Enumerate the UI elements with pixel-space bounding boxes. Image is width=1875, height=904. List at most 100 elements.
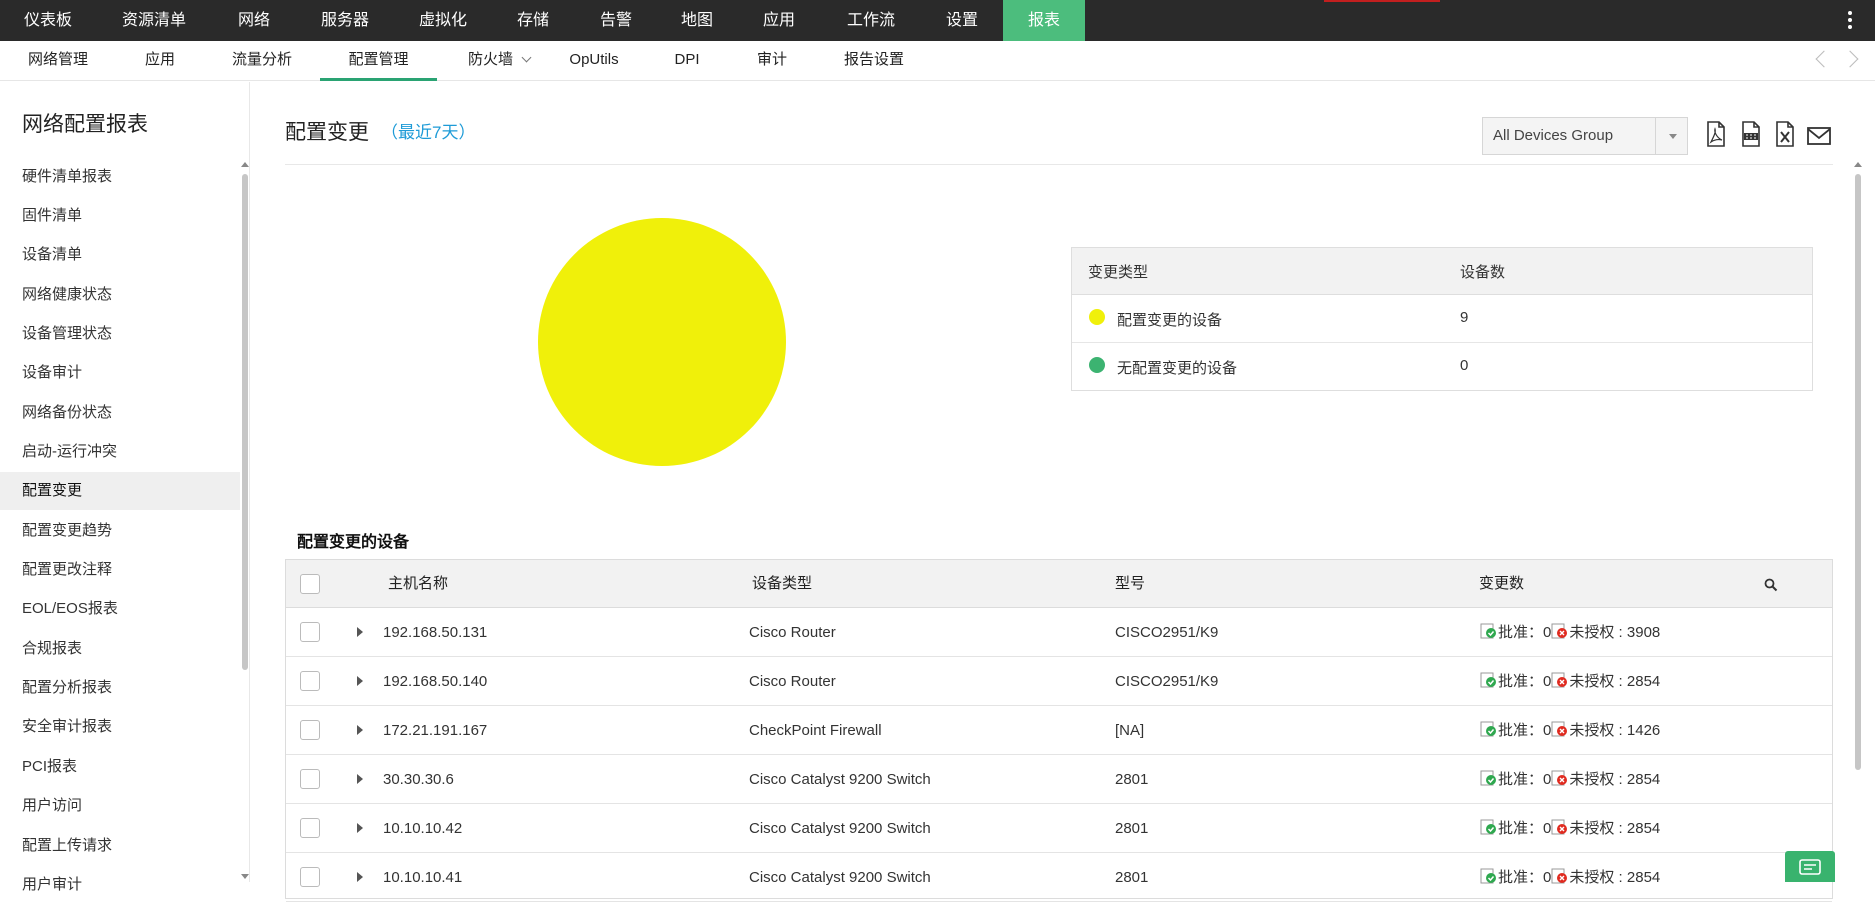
nav-virtualization[interactable]: 虚拟化: [403, 0, 483, 41]
sidebar-item-mgmt-status[interactable]: 设备管理状态: [0, 315, 240, 353]
more-menu-icon[interactable]: [1840, 0, 1860, 41]
subnav-dpi[interactable]: DPI: [672, 41, 702, 81]
unauthorized-count[interactable]: 3908: [1627, 624, 1660, 641]
nav-servers[interactable]: 服务器: [305, 0, 385, 41]
unauthorized-count[interactable]: 2854: [1627, 673, 1660, 690]
unauthorized-count[interactable]: 2854: [1627, 820, 1660, 837]
approved-count[interactable]: 0: [1543, 722, 1551, 739]
expand-row-icon[interactable]: [357, 676, 363, 686]
sidebar-item-device-list[interactable]: 设备清单: [0, 236, 240, 274]
expand-row-icon[interactable]: [357, 774, 363, 784]
sidebar-item-upload-requests[interactable]: 配置上传请求: [0, 827, 240, 865]
chat-button[interactable]: [1785, 851, 1835, 882]
table-row[interactable]: 10.10.10.42 Cisco Catalyst 9200 Switch 280…: [286, 804, 1832, 853]
select-all-checkbox[interactable]: [300, 574, 320, 594]
subnav-apps[interactable]: 应用: [139, 41, 181, 81]
cell-hostname[interactable]: 30.30.30.6: [383, 755, 454, 804]
col-hostname[interactable]: 主机名称: [388, 560, 448, 608]
table-row[interactable]: 192.168.50.140 Cisco Router CISCO2951/K9 批准…: [286, 657, 1832, 706]
nav-reports[interactable]: 报表: [1003, 0, 1085, 41]
scroll-down-icon[interactable]: [241, 874, 249, 879]
email-icon[interactable]: [1806, 122, 1832, 150]
row-checkbox[interactable]: [300, 867, 320, 887]
cell-hostname[interactable]: 192.168.50.131: [383, 608, 487, 657]
approved-count[interactable]: 0: [1543, 771, 1551, 788]
col-model[interactable]: 型号: [1115, 560, 1145, 608]
approved-count[interactable]: 0: [1543, 624, 1551, 641]
sidebar-scrollbar[interactable]: [242, 174, 248, 670]
nav-alarms[interactable]: 告警: [583, 0, 649, 41]
row-checkbox[interactable]: [300, 671, 320, 691]
device-group-select[interactable]: All Devices Group: [1482, 117, 1688, 155]
subnav-traffic[interactable]: 流量分析: [225, 41, 299, 81]
scroll-up-icon[interactable]: [241, 162, 249, 167]
nav-maps[interactable]: 地图: [664, 0, 730, 41]
sidebar-item-user-audit[interactable]: 用户审计: [0, 866, 240, 904]
nav-workflow[interactable]: 工作流: [834, 0, 908, 41]
cell-hostname[interactable]: 10.10.10.42: [383, 804, 462, 853]
sidebar-item-hardware[interactable]: 硬件清单报表: [0, 158, 240, 196]
sidebar-item-annotations[interactable]: 配置更改注释: [0, 551, 240, 589]
cell-hostname[interactable]: 192.168.50.140: [383, 657, 487, 706]
chevron-left-icon[interactable]: [1815, 50, 1833, 68]
chevron-right-icon[interactable]: [1841, 50, 1859, 68]
approved-icon: [1480, 721, 1496, 737]
row-checkbox[interactable]: [300, 769, 320, 789]
chat-icon: [1799, 859, 1821, 875]
sidebar-item-config-change[interactable]: 配置变更: [0, 472, 240, 510]
row-checkbox[interactable]: [300, 622, 320, 642]
nav-apps[interactable]: 应用: [746, 0, 812, 41]
pie-slice-0[interactable]: [538, 218, 786, 466]
subnav-report-settings[interactable]: 报告设置: [841, 41, 907, 81]
sidebar-item-health[interactable]: 网络健康状态: [0, 276, 240, 314]
sidebar-item-security[interactable]: 安全审计报表: [0, 708, 240, 746]
expand-row-icon[interactable]: [357, 823, 363, 833]
excel-export-icon[interactable]: [1772, 120, 1798, 148]
unauthorized-count[interactable]: 2854: [1627, 869, 1660, 886]
csv-export-icon[interactable]: [1738, 120, 1764, 148]
row-checkbox[interactable]: [300, 720, 320, 740]
cell-hostname[interactable]: 172.21.191.167: [383, 706, 487, 755]
sidebar-item-eol[interactable]: EOL/EOS报表: [0, 590, 240, 628]
col-changes[interactable]: 变更数: [1479, 560, 1524, 608]
pdf-export-icon[interactable]: [1703, 120, 1729, 148]
subnav-firewall[interactable]: 防火墙: [462, 41, 536, 81]
sidebar-item-backup[interactable]: 网络备份状态: [0, 394, 240, 432]
expand-row-icon[interactable]: [357, 725, 363, 735]
sidebar-item-compliance[interactable]: 合规报表: [0, 630, 240, 668]
subnav-audit[interactable]: 审计: [756, 41, 788, 81]
time-range-link[interactable]: （最近7天）: [381, 118, 475, 143]
unauthorized-count[interactable]: 2854: [1627, 771, 1660, 788]
sidebar-item-conflict[interactable]: 启动-运行冲突: [0, 433, 240, 471]
main-scrollbar[interactable]: [1855, 174, 1861, 770]
expand-row-icon[interactable]: [357, 872, 363, 882]
sidebar-item-firmware[interactable]: 固件清单: [0, 197, 240, 235]
approved-count[interactable]: 0: [1543, 820, 1551, 837]
sidebar-item-pci[interactable]: PCI报表: [0, 748, 240, 786]
sidebar-item-user-access[interactable]: 用户访问: [0, 787, 240, 825]
scroll-up-icon[interactable]: [1854, 162, 1862, 167]
search-icon[interactable]: [1764, 578, 1778, 592]
cell-hostname[interactable]: 10.10.10.41: [383, 853, 462, 902]
nav-inventory[interactable]: 资源清单: [106, 0, 202, 41]
subnav-config-mgmt[interactable]: 配置管理: [320, 41, 437, 81]
table-row[interactable]: 10.10.10.41 Cisco Catalyst 9200 Switch 280…: [286, 853, 1832, 902]
table-row[interactable]: 192.168.50.131 Cisco Router CISCO2951/K9 批准…: [286, 608, 1832, 657]
subnav-network-mgmt[interactable]: 网络管理: [20, 41, 96, 81]
table-row[interactable]: 30.30.30.6 Cisco Catalyst 9200 Switch 2801…: [286, 755, 1832, 804]
col-device-type[interactable]: 设备类型: [752, 560, 812, 608]
table-row[interactable]: 172.21.191.167 CheckPoint Firewall [NA] 批准：…: [286, 706, 1832, 755]
nav-dashboard[interactable]: 仪表板: [0, 0, 96, 41]
sidebar-item-analysis[interactable]: 配置分析报表: [0, 669, 240, 707]
expand-row-icon[interactable]: [357, 627, 363, 637]
row-checkbox[interactable]: [300, 818, 320, 838]
sidebar-item-device-audit[interactable]: 设备审计: [0, 354, 240, 392]
approved-count[interactable]: 0: [1543, 673, 1551, 690]
sidebar-item-change-trend[interactable]: 配置变更趋势: [0, 512, 240, 550]
nav-network[interactable]: 网络: [218, 0, 290, 41]
nav-settings[interactable]: 设置: [922, 0, 1002, 41]
nav-storage[interactable]: 存储: [500, 0, 566, 41]
approved-count[interactable]: 0: [1543, 869, 1551, 886]
unauthorized-count[interactable]: 1426: [1627, 722, 1660, 739]
subnav-oputils[interactable]: OpUtils: [563, 41, 625, 81]
